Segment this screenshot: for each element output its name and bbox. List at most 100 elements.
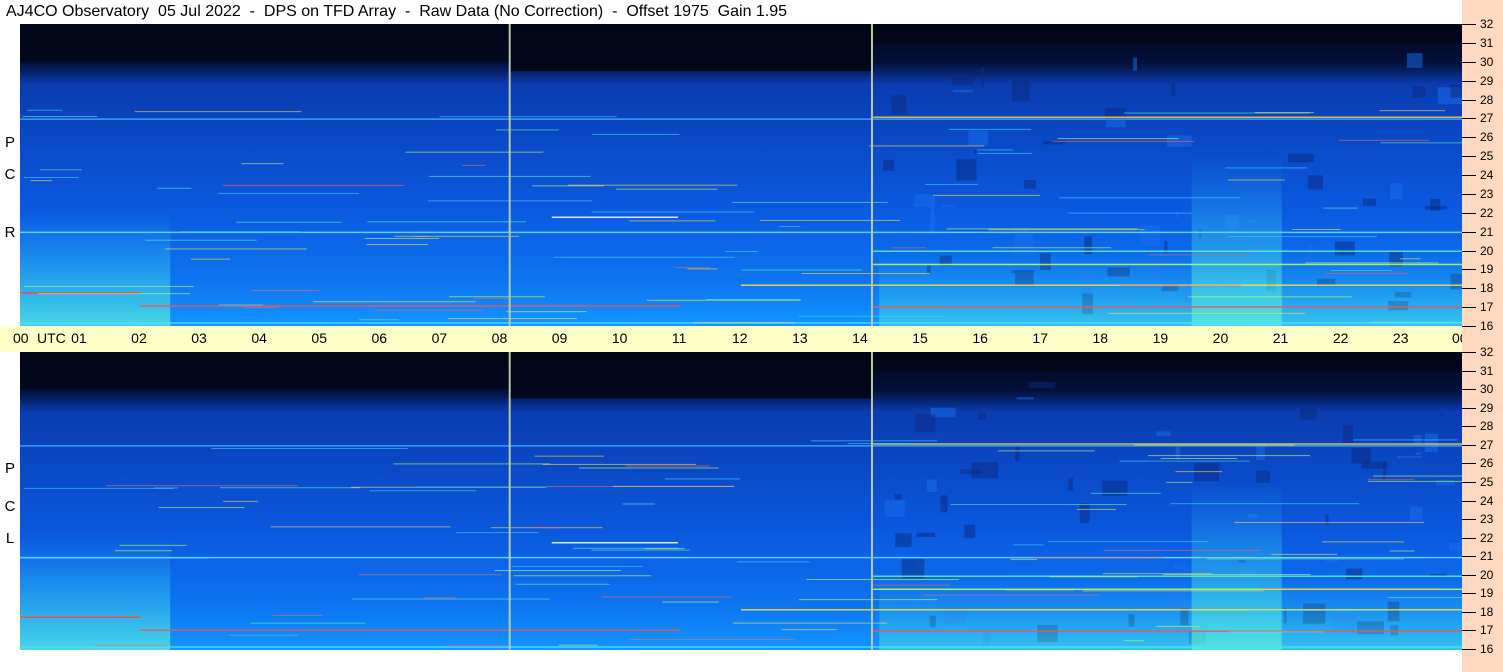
interference-line <box>448 318 578 320</box>
interference-line <box>178 231 302 233</box>
interference-line <box>1102 573 1213 575</box>
noise-block <box>942 205 957 208</box>
interference-line <box>976 149 1013 151</box>
noise-block <box>978 413 986 420</box>
frequency-tick-label: 19 <box>1480 586 1494 601</box>
interference-line <box>592 133 680 135</box>
noise-block <box>914 194 935 208</box>
interference-line <box>27 109 63 111</box>
interference-line <box>20 556 1462 559</box>
frequency-tick-label: 31 <box>1480 35 1494 50</box>
frequency-tick-label: 21 <box>1480 549 1494 564</box>
interference-line <box>393 463 551 465</box>
noise-block <box>891 95 907 115</box>
frequency-tick-label: 16 <box>1480 319 1494 333</box>
interference-line <box>456 532 539 534</box>
interference-line <box>977 152 1033 154</box>
frequency-tick <box>1462 307 1476 309</box>
noise-block <box>1028 381 1056 388</box>
interference-line <box>1292 228 1341 230</box>
frequency-tick <box>1462 481 1476 483</box>
noise-block <box>1023 179 1036 189</box>
noise-block <box>1410 506 1423 521</box>
noise-block <box>894 493 902 500</box>
interference-line <box>30 180 52 182</box>
noise-block <box>1255 470 1271 483</box>
noise-block <box>1016 397 1035 400</box>
interference-line <box>154 487 179 489</box>
frequency-tick <box>1462 61 1476 63</box>
rcp-letter-r: R <box>4 224 16 241</box>
frequency-tick-label: 28 <box>1480 92 1494 107</box>
interference-line <box>20 646 1462 648</box>
interference-line <box>736 561 810 563</box>
time-tick-label: 20 <box>1212 330 1229 346</box>
interference-line <box>1331 270 1393 272</box>
interference-line <box>511 565 643 567</box>
interference-line <box>164 248 307 250</box>
interference-line <box>1119 460 1250 462</box>
interference-line <box>405 151 544 153</box>
interference-line <box>1227 179 1285 181</box>
interference-line <box>675 267 710 269</box>
noise-block <box>1415 452 1421 455</box>
interference-line <box>439 116 617 118</box>
noise-block <box>1011 80 1030 102</box>
interference-line <box>924 183 978 185</box>
interference-line <box>1148 455 1311 457</box>
frequency-tick <box>1462 42 1476 44</box>
interference-line <box>811 440 938 442</box>
frequency-tick-label: 29 <box>1480 73 1494 88</box>
noise-block <box>1351 448 1371 464</box>
interference-line <box>106 485 298 487</box>
dark-band <box>509 24 872 72</box>
interference-line <box>1225 167 1308 169</box>
frequency-tick-label: 26 <box>1480 130 1494 145</box>
dark-band <box>871 24 1462 43</box>
time-tick-label: 08 <box>491 330 508 346</box>
noise-block <box>1435 479 1455 486</box>
interference-line <box>551 541 678 544</box>
lcp-letter-p: P <box>4 460 15 477</box>
frequency-tick <box>1462 156 1476 158</box>
interference-line <box>1248 609 1384 611</box>
interference-line <box>40 169 82 171</box>
frequency-tick-label: 30 <box>1480 54 1494 69</box>
frequency-tick-label: 25 <box>1480 474 1494 489</box>
interference-line <box>94 644 168 646</box>
interference-line <box>211 448 408 450</box>
interference-line <box>513 575 652 577</box>
interference-line <box>1119 285 1242 287</box>
time-tick-label: 14 <box>852 330 868 346</box>
frequency-tick-label: 24 <box>1480 493 1494 508</box>
time-tick-label: 06 <box>371 330 388 346</box>
interference-line <box>1229 631 1325 633</box>
interference-line <box>626 465 710 467</box>
interference-line <box>760 219 901 221</box>
interference-line <box>144 239 257 241</box>
frequency-tick-label: 25 <box>1480 149 1494 164</box>
lcp-letter-c: C <box>4 498 16 515</box>
interference-line <box>1322 541 1405 543</box>
noise-block <box>1171 82 1176 97</box>
frequency-tick <box>1462 137 1476 139</box>
interference-line <box>933 194 1040 196</box>
frequency-tick-label: 31 <box>1480 363 1494 378</box>
noise-block <box>1397 456 1422 459</box>
time-tick-label: 16 <box>972 330 988 346</box>
noise-block <box>1106 119 1126 128</box>
frequency-tick <box>1462 212 1476 214</box>
interference-line <box>1010 559 1037 561</box>
interference-line <box>1379 110 1446 112</box>
frequency-tick <box>1462 175 1476 176</box>
interference-line <box>365 237 440 239</box>
frequency-tick <box>1462 407 1476 409</box>
dark-band <box>871 352 1462 371</box>
interference-line <box>222 184 405 186</box>
noise-block <box>968 130 988 146</box>
noise-block <box>940 495 948 513</box>
interference-line <box>558 644 598 646</box>
interference-line <box>1133 444 1295 446</box>
interference-line <box>1048 541 1208 543</box>
time-tick-label: 02 <box>131 330 147 346</box>
